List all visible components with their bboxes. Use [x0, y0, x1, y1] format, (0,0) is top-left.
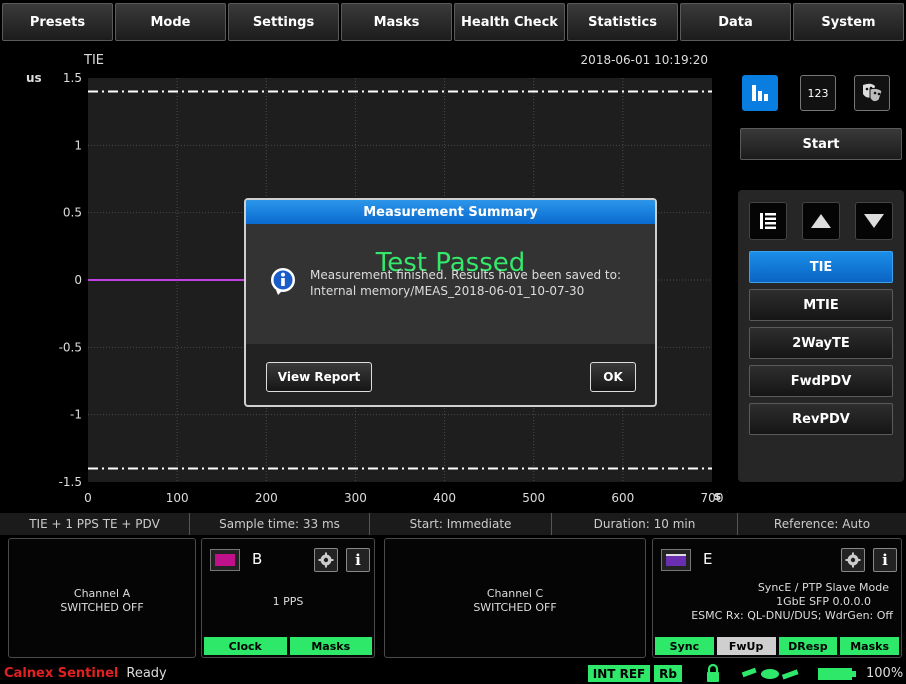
channel-e-color-swatch[interactable]	[661, 549, 691, 571]
channel-c-panel[interactable]: Channel C SWITCHED OFF	[384, 538, 646, 658]
satellite-icon	[741, 667, 799, 680]
battery-percent: 100%	[866, 666, 904, 681]
x-tick-label: 500	[522, 491, 545, 505]
menu-settings[interactable]: Settings	[228, 3, 339, 41]
meas-2wayte-button[interactable]: 2WayTE	[749, 327, 893, 359]
channel-b-letter: B	[252, 550, 263, 568]
ok-button[interactable]: OK	[590, 362, 636, 392]
bar-chart-icon[interactable]	[742, 75, 778, 111]
channel-b-color-swatch[interactable]	[210, 549, 240, 571]
down-arrow-icon[interactable]	[855, 202, 893, 240]
chart-timestamp: 2018-06-01 10:19:20	[581, 53, 708, 67]
info-icon	[271, 268, 295, 295]
channel-e-fwup-tab[interactable]: FwUp	[716, 637, 776, 655]
meas-tie-button[interactable]: TIE	[749, 251, 893, 283]
y-tick-label: -0.5	[59, 340, 82, 354]
view-report-button[interactable]: View Report	[266, 362, 372, 392]
int-ref-badge: INT REF	[588, 665, 650, 682]
x-tick-label: 0	[84, 491, 92, 505]
menu-statistics[interactable]: Statistics	[567, 3, 678, 41]
numeric-view-button[interactable]: 123	[800, 75, 836, 111]
channel-e-mode: SyncE / PTP Slave Mode	[757, 581, 889, 594]
x-tick-label: 200	[255, 491, 278, 505]
battery-icon	[818, 668, 856, 680]
measurement-info-strip: TIE + 1 PPS TE + PDV Sample time: 33 ms …	[0, 513, 906, 535]
dialog-message: Measurement finished. Results have been …	[310, 267, 621, 299]
gear-icon[interactable]	[314, 548, 338, 572]
dialog-message-line-1: Measurement finished. Results have been …	[310, 268, 621, 282]
channel-b-tabs: Clock Masks	[202, 637, 374, 657]
y-unit-label: us	[26, 71, 42, 85]
measurement-panel: TIE MTIE 2WayTE FwdPDV RevPDV	[738, 190, 904, 482]
menu-presets[interactable]: Presets	[2, 3, 113, 41]
x-tick-label: 300	[344, 491, 367, 505]
y-tick-label: 0	[74, 273, 82, 287]
ready-status: Ready	[126, 665, 167, 681]
y-tick-label: 1	[74, 138, 82, 152]
channel-e-esmc: ESMC Rx: QL-DNU/DUS; WdrGen: Off	[691, 609, 893, 622]
channel-b-panel[interactable]: B i 1 PPS Clock Masks	[201, 538, 375, 658]
y-tick-label: -1.5	[59, 475, 82, 489]
channel-e-sync-tab[interactable]: Sync	[655, 637, 714, 655]
channel-c-name: Channel C	[486, 587, 544, 600]
menu-mode[interactable]: Mode	[115, 3, 226, 41]
x-tick-label: 100	[166, 491, 189, 505]
y-tick-label: 0.5	[63, 206, 82, 220]
y-tick-label: -1	[70, 408, 82, 422]
meas-fwdpdv-button[interactable]: FwdPDV	[749, 365, 893, 397]
start-mode-text: Start: Immediate	[370, 513, 552, 535]
mode-text: TIE + 1 PPS TE + PDV	[0, 513, 190, 535]
channel-a-panel[interactable]: Channel A SWITCHED OFF	[8, 538, 196, 658]
reference-text: Reference: Auto	[773, 517, 871, 531]
chart-title: TIE	[83, 53, 104, 68]
measurement-summary-dialog: Measurement Summary Test Passed Measurem…	[244, 198, 657, 407]
dialog-message-line-2: Internal memory/MEAS_2018-06-01_10-07-30	[310, 284, 585, 298]
brand-label: Calnex Sentinel	[4, 665, 119, 681]
menu-bar: Presets Mode Settings Masks Health Check…	[0, 0, 906, 44]
channel-e-masks-tab[interactable]: Masks	[840, 637, 899, 655]
channel-e-dresp-tab[interactable]: DResp	[778, 637, 838, 655]
duration-text: Duration: 10 min	[552, 513, 738, 535]
channel-e-letter: E	[703, 550, 713, 568]
channel-b-masks-tab[interactable]: Masks	[289, 637, 372, 655]
channel-e-panel[interactable]: E i SyncE / PTP Slave Mode 1GbE SFP 0.0.…	[652, 538, 902, 658]
channel-b-signal: 1 PPS	[272, 595, 304, 608]
meas-revpdv-button[interactable]: RevPDV	[749, 403, 893, 435]
menu-data[interactable]: Data	[680, 3, 791, 41]
info-icon[interactable]: i	[873, 548, 897, 572]
rb-badge: Rb	[654, 665, 682, 682]
list-icon[interactable]	[749, 202, 787, 240]
menu-system[interactable]: System	[793, 3, 904, 41]
channel-a-name: Channel A	[73, 587, 131, 600]
channel-b-clock-tab[interactable]: Clock	[204, 637, 287, 655]
menu-health-check[interactable]: Health Check	[454, 3, 565, 41]
channel-c-state: SWITCHED OFF	[473, 601, 557, 614]
lock-icon	[707, 663, 719, 682]
dialog-title: Measurement Summary	[246, 200, 655, 224]
theater-masks-icon[interactable]	[854, 75, 890, 111]
gear-icon[interactable]	[841, 548, 865, 572]
x-unit-label: s	[714, 489, 721, 503]
sample-time-text: Sample time: 33 ms	[190, 513, 370, 535]
x-tick-label: 400	[433, 491, 456, 505]
meas-mtie-button[interactable]: MTIE	[749, 289, 893, 321]
channel-e-tabs: Sync FwUp DResp Masks	[653, 637, 901, 657]
numeric-view-label: 123	[807, 86, 829, 100]
up-arrow-icon[interactable]	[802, 202, 840, 240]
menu-masks[interactable]: Masks	[341, 3, 452, 41]
x-tick-label: 600	[611, 491, 634, 505]
channel-a-state: SWITCHED OFF	[60, 601, 144, 614]
info-icon[interactable]: i	[346, 548, 370, 572]
view-icons: 123	[740, 72, 902, 118]
y-tick-label: 1.5	[63, 71, 82, 85]
start-button[interactable]: Start	[740, 128, 902, 160]
channel-e-port: 1GbE SFP 0.0.0.0	[776, 595, 871, 608]
